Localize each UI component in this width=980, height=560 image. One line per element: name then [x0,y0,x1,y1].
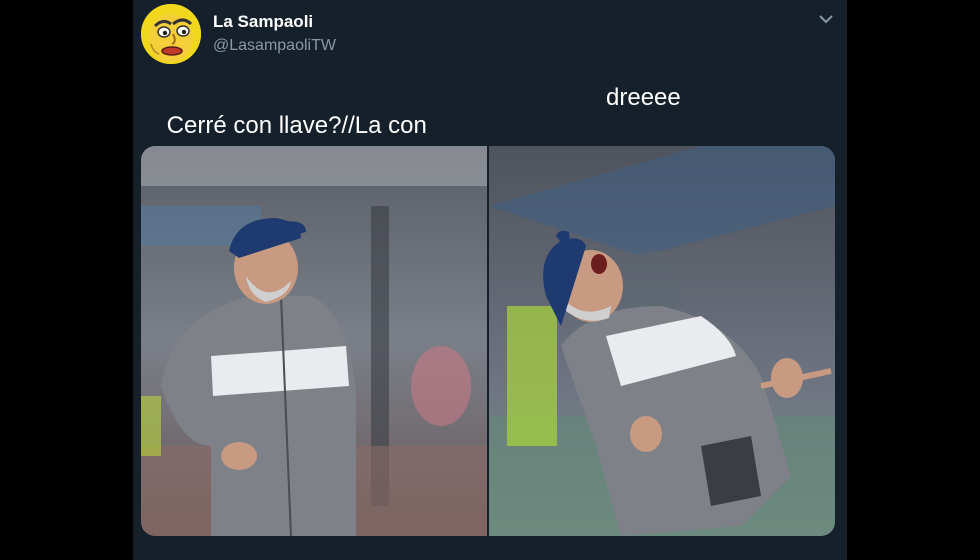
user-handle[interactable]: @LasampaoliTW [213,37,336,55]
tweet-media[interactable] [141,146,835,536]
tweet-card: La Sampaoli @LasampaoliTW Cerré con llav… [133,0,847,560]
display-name[interactable]: La Sampaoli [213,12,313,32]
avatar[interactable] [141,4,201,64]
cartoon-face-avatar-icon [141,4,201,64]
tweet-text-part-2: dreeee [606,84,681,111]
tweet-text-part-1: Cerré con llave?//La con [166,112,427,139]
chevron-down-icon[interactable] [817,12,835,26]
left-photo[interactable] [141,146,487,536]
right-photo[interactable] [489,146,835,536]
redaction-cover [446,80,606,116]
